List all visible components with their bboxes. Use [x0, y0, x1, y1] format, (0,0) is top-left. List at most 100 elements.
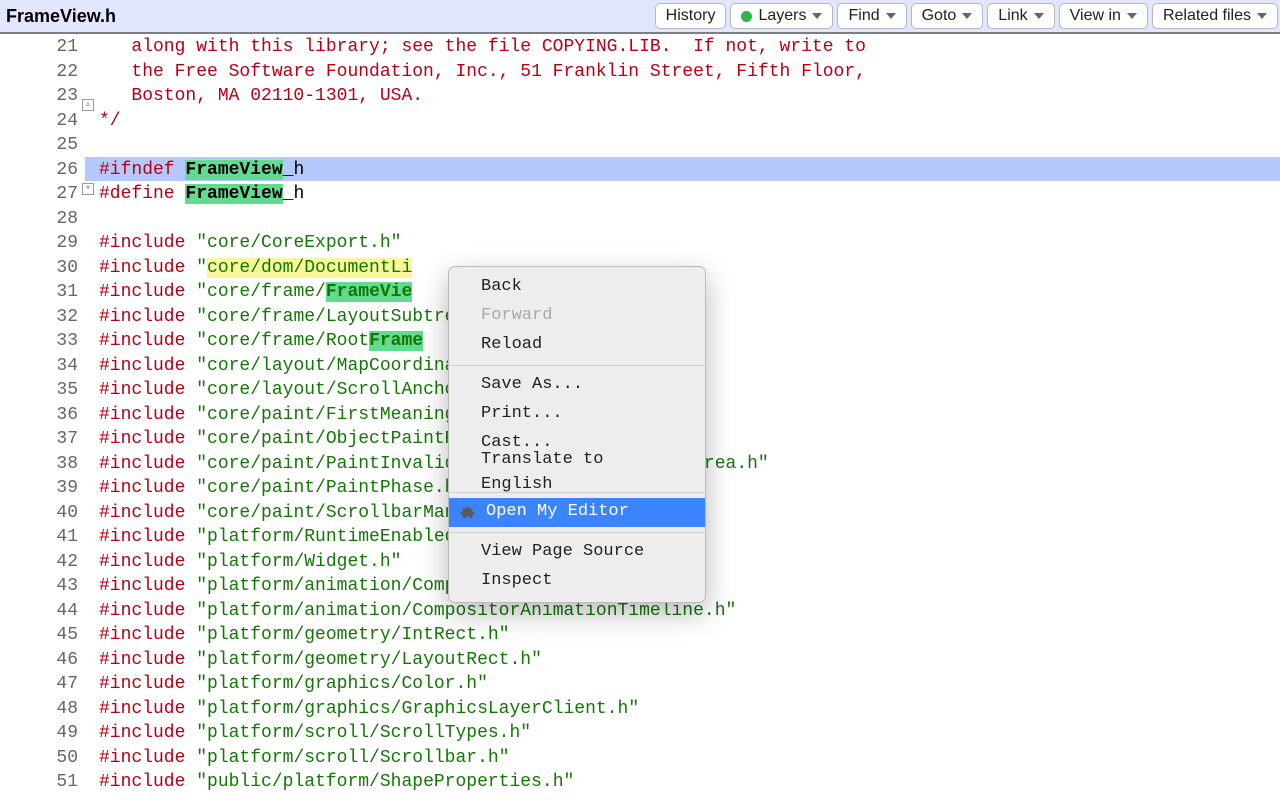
include-keyword: #include — [99, 258, 196, 278]
line-number: 41 — [0, 524, 78, 549]
include-keyword: #include — [99, 429, 196, 449]
code-line[interactable]: along with this library; see the file CO… — [92, 34, 1280, 59]
include-keyword: #include — [99, 601, 196, 621]
line-number: 46 — [0, 647, 78, 672]
include-path: public/platform/ShapeProperties.h — [207, 772, 563, 792]
code-line[interactable]: #include "platform/scroll/Scrollbar.h" — [92, 745, 1280, 770]
line-number: 24 — [0, 108, 78, 133]
include-keyword: #include — [99, 380, 196, 400]
line-number: 31 — [0, 279, 78, 304]
toolbar-button-related-files[interactable]: Related files — [1152, 3, 1278, 29]
code-line[interactable] — [92, 206, 1280, 231]
caret-down-icon — [1127, 13, 1137, 19]
code-line[interactable]: #include "platform/geometry/IntRect.h" — [92, 622, 1280, 647]
line-number: 38 — [0, 451, 78, 476]
code-line[interactable]: #ifndef FrameView_h — [85, 157, 1280, 182]
line-number: 50 — [0, 745, 78, 770]
fold-widget[interactable] — [82, 99, 94, 111]
toolbar-button-link[interactable]: Link — [987, 3, 1054, 29]
include-keyword: #include — [99, 772, 196, 792]
include-keyword: #include — [99, 282, 196, 302]
line-number: 27 — [0, 181, 78, 206]
include-keyword: #include — [99, 233, 196, 253]
toolbar-button-view-in[interactable]: View in — [1059, 3, 1148, 29]
fold-widget[interactable] — [82, 183, 94, 195]
line-number-gutter: 2122232425262728293031323334353637383940… — [0, 34, 83, 794]
line-number: 45 — [0, 622, 78, 647]
toolbar-button-label: Find — [848, 7, 879, 25]
include-path: platform/geometry/IntRect.h — [207, 625, 499, 645]
menu-item-open-my-editor[interactable]: Open My Editor — [449, 498, 705, 527]
include-path: core/CoreExport.h — [207, 233, 391, 253]
include-keyword: #include — [99, 674, 196, 694]
toolbar-button-layers[interactable]: Layers — [730, 3, 833, 29]
toolbar-buttons: HistoryLayers Find Goto Link View in Related … — [655, 3, 1280, 29]
toolbar-button-label: Goto — [922, 7, 957, 25]
code-line[interactable]: #define FrameView_h — [92, 181, 1280, 206]
menu-item-label: Forward — [481, 304, 552, 329]
line-number: 42 — [0, 549, 78, 574]
code-line[interactable] — [92, 132, 1280, 157]
include-keyword: #include — [99, 454, 196, 474]
toolbar-button-goto[interactable]: Goto — [911, 3, 984, 29]
include-path: platform/scroll/Scrollbar.h — [207, 748, 499, 768]
include-keyword: #include — [99, 748, 196, 768]
code-line[interactable]: #include "platform/graphics/GraphicsLaye… — [92, 696, 1280, 721]
menu-item-reload[interactable]: Reload — [449, 331, 705, 360]
file-title: FrameView.h — [6, 6, 116, 27]
caret-down-icon — [1034, 13, 1044, 19]
include-keyword: #include — [99, 699, 196, 719]
line-number: 21 — [0, 34, 78, 59]
menu-item-view-page-source[interactable]: View Page Source — [449, 538, 705, 567]
code-area: 2122232425262728293031323334353637383940… — [0, 34, 1280, 800]
search-hit: FrameVie — [326, 282, 412, 302]
line-number: 36 — [0, 402, 78, 427]
menu-item-label: Translate to English — [481, 448, 681, 497]
line-number: 44 — [0, 598, 78, 623]
menu-item-back[interactable]: Back — [449, 273, 705, 302]
top-bar: FrameView.h HistoryLayers Find Goto Link Vie… — [0, 0, 1280, 32]
include-keyword: #include — [99, 307, 196, 327]
line-number: 28 — [0, 206, 78, 231]
code-line[interactable]: Boston, MA 02110-1301, USA. — [92, 83, 1280, 108]
include-keyword: #include — [99, 356, 196, 376]
code-line[interactable]: #include "public/platform/ShapePropertie… — [92, 769, 1280, 794]
line-number: 25 — [0, 132, 78, 157]
include-keyword: #include — [99, 527, 196, 547]
code-line[interactable]: #include "platform/scroll/ScrollTypes.h" — [92, 720, 1280, 745]
context-menu[interactable]: BackForwardReloadSave As...Print...Cast.… — [448, 266, 706, 603]
toolbar-button-find[interactable]: Find — [837, 3, 906, 29]
code-line[interactable]: #include "core/CoreExport.h" — [92, 230, 1280, 255]
code-line[interactable]: #include "platform/geometry/LayoutRect.h… — [92, 647, 1280, 672]
include-keyword: #include — [99, 503, 196, 523]
code-line[interactable]: #include "platform/graphics/Color.h" — [92, 671, 1280, 696]
line-number: 32 — [0, 304, 78, 329]
code-line[interactable]: the Free Software Foundation, Inc., 51 F… — [92, 59, 1280, 84]
preprocessor-keyword: #ifndef — [99, 160, 185, 180]
include-keyword: #include — [99, 478, 196, 498]
menu-item-translate-to-english[interactable]: Translate to English — [449, 458, 705, 487]
line-number: 49 — [0, 720, 78, 745]
menu-item-label: Save As... — [481, 373, 583, 398]
caret-down-icon — [886, 13, 896, 19]
include-path: core/paint/PaintPhase.h — [207, 478, 455, 498]
caret-down-icon — [812, 13, 822, 19]
menu-item-inspect[interactable]: Inspect — [449, 567, 705, 596]
line-number: 43 — [0, 573, 78, 598]
preprocessor-keyword: #define — [99, 184, 185, 204]
menu-item-label: Back — [481, 275, 522, 300]
menu-item-print[interactable]: Print... — [449, 400, 705, 429]
search-hit: FrameView — [185, 184, 282, 204]
toolbar-button-label: View in — [1070, 7, 1121, 25]
line-number: 33 — [0, 328, 78, 353]
include-path: platform/animation/CompositorAnimationTi… — [207, 601, 725, 621]
comment-text: along with this library; see the file CO… — [131, 37, 866, 57]
include-keyword: #include — [99, 650, 196, 670]
include-path: platform/graphics/Color.h — [207, 674, 477, 694]
comment-text: the Free Software Foundation, Inc., 51 F… — [131, 62, 866, 82]
menu-item-save-as[interactable]: Save As... — [449, 371, 705, 400]
include-keyword: #include — [99, 331, 196, 351]
toolbar-button-history[interactable]: History — [655, 3, 727, 29]
code-line[interactable]: */ — [92, 108, 1280, 133]
include-path: platform/Widget.h — [207, 552, 391, 572]
